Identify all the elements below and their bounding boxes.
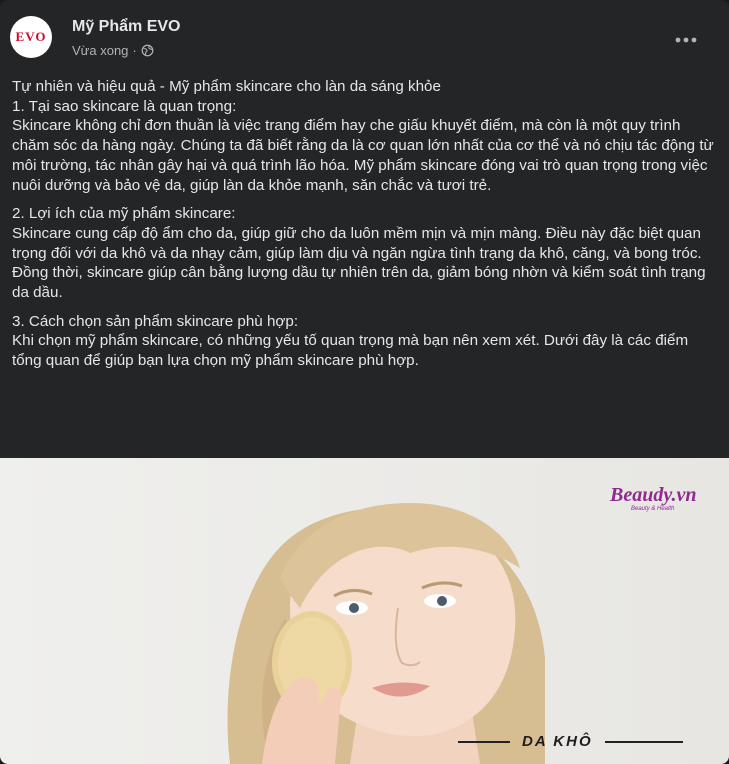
more-horizontal-icon — [675, 37, 697, 43]
caption-line-right — [604, 740, 683, 743]
section-paragraph: Skincare không chỉ đơn thuần là việc tra… — [12, 117, 714, 194]
brand-watermark: Beaudy.vn — [610, 484, 697, 506]
section-heading: 1. Tại sao skincare là quan trọng: — [12, 97, 237, 115]
post-meta: Vừa xong · — [72, 43, 154, 58]
section-heading: 3. Cách chọn sản phẩm skincare phù hợp: — [12, 312, 299, 330]
post-headline: Tự nhiên và hiệu quả - Mỹ phẩm skincare … — [12, 78, 441, 95]
caption-text: DA KHÔ — [522, 733, 593, 750]
post-text: Tự nhiên và hiệu quả - Mỹ phẩm skincare … — [12, 77, 717, 371]
post-header: EVO Mỹ Phẩm EVO Vừa xong · — [0, 0, 729, 68]
brand-tagline: Beauty & Health — [631, 506, 675, 512]
section-paragraph: Skincare cung cấp độ ẩm cho da, giúp giữ… — [12, 224, 706, 302]
image-caption: DA KHÔ — [458, 733, 683, 750]
post-photo[interactable]: Beaudy.vn Beauty & Health DA KHÔ — [0, 458, 729, 764]
meta-separator: · — [132, 43, 137, 58]
avatar-logo-text: EVO — [15, 29, 47, 44]
globe-icon[interactable] — [141, 44, 154, 57]
post-card: EVO Mỹ Phẩm EVO Vừa xong · Tự nhiên và h… — [0, 0, 729, 764]
timestamp-link[interactable]: Vừa xong — [72, 43, 128, 58]
section-heading: 2. Lợi ích của mỹ phẩm skincare: — [12, 205, 236, 223]
avatar[interactable]: EVO — [10, 16, 52, 58]
caption-line-left — [458, 740, 510, 743]
page-name-link[interactable]: Mỹ Phẩm EVO — [72, 18, 180, 36]
section-paragraph: Khi chọn mỹ phẩm skincare, có những yếu … — [12, 332, 689, 370]
more-options-button[interactable] — [666, 22, 706, 58]
